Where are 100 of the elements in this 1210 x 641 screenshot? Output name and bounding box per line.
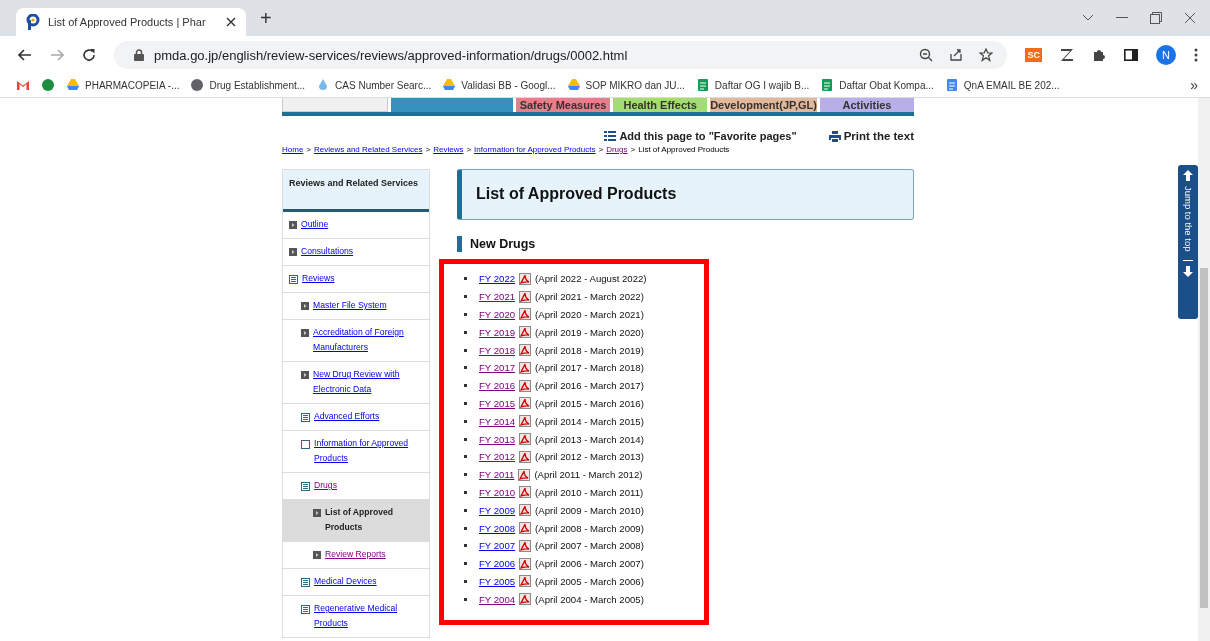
share-icon[interactable]: [949, 48, 964, 62]
report-link[interactable]: FY 2015: [479, 397, 516, 409]
sidebar-link[interactable]: Consultations: [301, 244, 354, 259]
sidebar-item[interactable]: Review Reports: [283, 542, 429, 569]
print-link[interactable]: Print the text: [828, 130, 914, 142]
breadcrumb-link[interactable]: Drugs: [606, 145, 628, 154]
report-link[interactable]: FY 2016: [479, 380, 516, 392]
period-text: (April 2016 - March 2017): [535, 380, 644, 392]
sidebar-item[interactable]: Master File System: [283, 293, 429, 320]
collapse-icon: [301, 413, 310, 422]
period-text: (April 2007 - March 2008): [535, 540, 644, 552]
sidebar-link[interactable]: Outline: [301, 217, 329, 232]
menu-icon[interactable]: [1194, 48, 1198, 62]
report-link[interactable]: FY 2010: [479, 486, 516, 498]
report-link[interactable]: FY 2018: [479, 344, 516, 356]
bookmark[interactable]: Validasi BB - Googl...: [442, 78, 556, 92]
minimize-icon[interactable]: [1116, 17, 1128, 19]
bookmark[interactable]: CAS Number Searc...: [316, 78, 432, 92]
report-link[interactable]: FY 2009: [479, 504, 516, 516]
report-link[interactable]: FY 2007: [479, 540, 516, 552]
report-link[interactable]: FY 2017: [479, 362, 516, 374]
bookmark[interactable]: Drug Establishment...: [190, 78, 306, 92]
back-arrow-icon[interactable]: [18, 49, 32, 61]
jump-to-top-button[interactable]: Jump to the top: [1178, 165, 1198, 319]
bullet-icon: [464, 348, 467, 352]
sidebar-item[interactable]: Information for Approved Products: [283, 431, 429, 473]
sheet-icon: [820, 78, 835, 92]
sidebar-link[interactable]: Advanced Efforts: [314, 409, 380, 424]
profile-avatar[interactable]: N: [1156, 45, 1176, 65]
address-bar[interactable]: pmda.go.jp/english/review-services/reviews/approved-information/drugs/0002.html: [114, 41, 1008, 69]
close-window-icon[interactable]: [1184, 12, 1196, 24]
sidebar-item[interactable]: Regenerative Medical Products: [283, 596, 429, 638]
report-link[interactable]: FY 2012: [479, 451, 516, 463]
bookmark[interactable]: Daftar OG I wajib B...: [695, 78, 810, 92]
sidebar-item[interactable]: List of Approved Products: [283, 500, 429, 542]
breadcrumb-link[interactable]: Home: [282, 145, 304, 154]
breadcrumb-link[interactable]: Information for Approved Products: [474, 145, 596, 154]
sidebar-link[interactable]: Information for Approved Products: [314, 436, 423, 466]
chevron-down-icon[interactable]: [1082, 14, 1094, 22]
bullet-icon: [464, 437, 467, 441]
sidebar-link[interactable]: Regenerative Medical Products: [314, 601, 423, 631]
sidebar-link[interactable]: Review Reports: [325, 547, 386, 562]
report-link[interactable]: FY 2004: [479, 593, 516, 605]
report-link[interactable]: FY 2011: [479, 469, 515, 481]
sidebar-item[interactable]: Medical Devices: [283, 569, 429, 596]
puzzle-icon[interactable]: [1092, 48, 1106, 62]
side-panel-icon[interactable]: [1124, 49, 1138, 61]
sidebar-item[interactable]: Consultations: [283, 239, 429, 266]
report-link[interactable]: FY 2006: [479, 558, 516, 570]
period-text: (April 2008 - March 2009): [535, 522, 644, 534]
period-text: (April 2006 - March 2007): [535, 558, 644, 570]
collapse-icon: [301, 605, 310, 614]
printer-icon: [828, 130, 841, 142]
report-link[interactable]: FY 2008: [479, 522, 516, 534]
bookmark[interactable]: [16, 78, 30, 92]
breadcrumb-separator: >: [306, 145, 311, 154]
new-tab-button[interactable]: +: [260, 6, 272, 30]
restore-icon[interactable]: [1150, 12, 1162, 24]
browser-tab[interactable]: List of Approved Products | Phar: [16, 8, 246, 36]
period-text: (April 2005 - March 2006): [535, 575, 644, 587]
nav-tab[interactable]: Safety Measures: [516, 98, 611, 112]
sidebar-link[interactable]: New Drug Review with Electronic Data: [313, 367, 423, 397]
report-link[interactable]: FY 2019: [479, 326, 516, 338]
sidebar-item[interactable]: Reviews: [283, 266, 429, 293]
bookmark[interactable]: Daftar Obat Kompa...: [820, 78, 934, 92]
more-bookmarks-button[interactable]: »: [1190, 77, 1198, 93]
pdf-icon: [519, 415, 532, 428]
sidebar-link[interactable]: Drugs: [314, 478, 337, 493]
star-icon[interactable]: [979, 48, 994, 62]
sidebar-item[interactable]: Advanced Efforts: [283, 404, 429, 431]
bookmark[interactable]: PHARMACOPEIA -...: [66, 78, 180, 92]
scrollbar[interactable]: [1198, 98, 1210, 641]
z-extension-icon[interactable]: [1060, 48, 1074, 62]
zoom-icon[interactable]: [919, 48, 934, 62]
report-link[interactable]: FY 2021: [479, 291, 516, 303]
sidebar-link[interactable]: Medical Devices: [314, 574, 377, 589]
sidebar-item[interactable]: Outline: [283, 212, 429, 239]
bookmark[interactable]: [41, 78, 55, 92]
report-link[interactable]: FY 2005: [479, 575, 516, 587]
breadcrumb-link[interactable]: Reviews: [433, 145, 464, 154]
sidebar-item[interactable]: New Drug Review with Electronic Data: [283, 362, 429, 404]
sidebar-item[interactable]: Accreditation of Foreign Manufacturers: [283, 320, 429, 362]
bookmark[interactable]: SOP MIKRO dan JU...: [566, 78, 685, 92]
nav-tab[interactable]: Health Effects: [613, 98, 708, 112]
report-link[interactable]: FY 2013: [479, 433, 516, 445]
close-icon[interactable]: [226, 17, 236, 27]
sidebar-link[interactable]: Accreditation of Foreign Manufacturers: [313, 325, 423, 355]
report-link[interactable]: FY 2020: [479, 309, 516, 320]
sidebar-link[interactable]: Master File System: [313, 298, 387, 313]
favorite-link[interactable]: Add this page to "Favorite pages": [604, 130, 797, 142]
scrollbar-thumb[interactable]: [1200, 268, 1208, 608]
report-link[interactable]: FY 2014: [479, 415, 516, 427]
sidebar-link[interactable]: Reviews: [302, 271, 335, 286]
report-link[interactable]: FY 2022: [479, 273, 516, 285]
reload-icon[interactable]: [82, 48, 96, 62]
nav-tab[interactable]: Development(JP,GL): [710, 98, 817, 112]
breadcrumb-link[interactable]: Reviews and Related Services: [314, 145, 423, 154]
period-text: (April 2011 - March 2012): [534, 469, 643, 481]
bookmark[interactable]: QnA EMAIL BE 202...: [944, 78, 1060, 92]
nav-tab[interactable]: Activities: [819, 98, 914, 112]
